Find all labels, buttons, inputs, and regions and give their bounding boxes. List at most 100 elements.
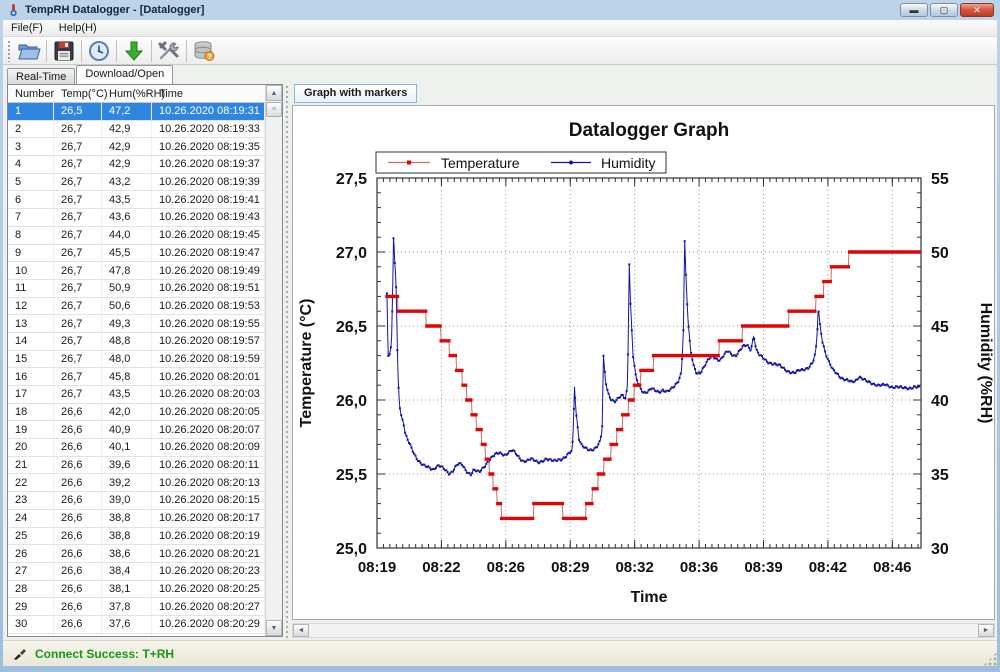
table-row[interactable]: 1526,748,010.26.2020 08:19:59 xyxy=(8,351,265,369)
svg-text:35: 35 xyxy=(931,467,949,484)
col-temp[interactable]: Temp(°C) xyxy=(54,88,102,100)
status-message: Connect Success: T+RH xyxy=(35,647,174,661)
table-row[interactable]: 2026,640,110.26.2020 08:20:09 xyxy=(8,439,265,457)
open-file-button[interactable] xyxy=(14,38,44,64)
table-row[interactable]: 126,547,210.26.2020 08:19:31 xyxy=(8,103,265,121)
table-row[interactable]: 1826,642,010.26.2020 08:20:05 xyxy=(8,404,265,422)
title-bar[interactable]: TempRH Datalogger - [Datalogger] ▬ ▢ ✕ xyxy=(0,0,1000,20)
resize-grip[interactable] xyxy=(983,652,997,666)
svg-text:55: 55 xyxy=(931,171,949,188)
window-title: TempRH Datalogger - [Datalogger] xyxy=(25,4,204,16)
scroll-down-arrow-icon[interactable]: ▼ xyxy=(266,620,282,636)
status-bar: Connect Success: T+RH xyxy=(3,640,997,666)
scroll-up-arrow-icon[interactable]: ▲ xyxy=(266,85,282,101)
data-table-panel: Number Temp(°C) Hum(%RH) Time 126,547,21… xyxy=(7,84,283,637)
svg-text:25,5: 25,5 xyxy=(336,467,367,484)
table-row[interactable]: 1926,640,910.26.2020 08:20:07 xyxy=(8,421,265,439)
svg-text:40: 40 xyxy=(931,393,949,410)
svg-text:45: 45 xyxy=(931,319,949,336)
toolbar-grip[interactable] xyxy=(7,40,12,62)
table-row[interactable]: 2826,638,110.26.2020 08:20:25 xyxy=(8,581,265,599)
close-button[interactable]: ✕ xyxy=(960,3,994,17)
table-row[interactable]: 3126,637,510.26.2020 08:20:31 xyxy=(8,634,265,636)
table-row[interactable]: 3026,637,610.26.2020 08:20:29 xyxy=(8,616,265,634)
content-area: Number Temp(°C) Hum(%RH) Time 126,547,21… xyxy=(3,84,997,638)
table-body: 126,547,210.26.2020 08:19:31226,742,910.… xyxy=(8,103,265,636)
tab-real-time[interactable]: Real-Time xyxy=(7,68,75,84)
save-floppy-icon xyxy=(53,40,75,62)
table-row[interactable]: 2126,639,610.26.2020 08:20:11 xyxy=(8,457,265,475)
table-vertical-scrollbar[interactable]: ▲ ≡ ▼ xyxy=(265,85,282,636)
menu-bar: File(F) Help(H) xyxy=(3,20,997,37)
svg-text:08:46: 08:46 xyxy=(873,559,911,576)
toolbar-separator xyxy=(186,40,187,62)
connection-status-icon xyxy=(13,648,27,660)
svg-text:27,0: 27,0 xyxy=(336,245,367,262)
minimize-button[interactable]: ▬ xyxy=(900,3,928,17)
clock-sync-button[interactable] xyxy=(84,38,114,64)
toolbar-separator xyxy=(81,40,82,62)
table-row[interactable]: 1726,743,510.26.2020 08:20:03 xyxy=(8,386,265,404)
table-row[interactable]: 626,743,510.26.2020 08:19:41 xyxy=(8,191,265,209)
database-query-button[interactable]: ? xyxy=(189,38,219,64)
maximize-button[interactable]: ▢ xyxy=(930,3,958,17)
table-header: Number Temp(°C) Hum(%RH) Time xyxy=(8,85,265,103)
table-row[interactable]: 1126,750,910.26.2020 08:19:51 xyxy=(8,280,265,298)
col-time[interactable]: Time xyxy=(152,88,265,100)
table-row[interactable]: 726,743,610.26.2020 08:19:43 xyxy=(8,209,265,227)
col-hum[interactable]: Hum(%RH) xyxy=(102,88,152,100)
graph-panel: Graph with markers 08:1908:2208:2608:290… xyxy=(292,84,997,638)
svg-text:Time: Time xyxy=(630,589,667,606)
table-row[interactable]: 2926,637,810.26.2020 08:20:27 xyxy=(8,598,265,616)
table-row[interactable]: 1326,749,310.26.2020 08:19:55 xyxy=(8,315,265,333)
table-row[interactable]: 2326,639,010.26.2020 08:20:15 xyxy=(8,492,265,510)
app-client-area: File(F) Help(H) xyxy=(3,20,997,666)
svg-text:Temperature: Temperature xyxy=(441,155,520,171)
tools-icon xyxy=(157,40,181,62)
menu-help[interactable]: Help(H) xyxy=(51,21,105,35)
graph-with-markers-tab[interactable]: Graph with markers xyxy=(294,84,417,103)
table-row[interactable]: 1626,745,810.26.2020 08:20:01 xyxy=(8,368,265,386)
svg-text:25,0: 25,0 xyxy=(336,541,367,558)
table-row[interactable]: 2626,638,610.26.2020 08:20:21 xyxy=(8,545,265,563)
table-row[interactable]: 2226,639,210.26.2020 08:20:13 xyxy=(8,474,265,492)
panel-splitter[interactable] xyxy=(284,84,291,638)
database-icon: ? xyxy=(192,40,216,62)
svg-text:08:39: 08:39 xyxy=(744,559,782,576)
clock-icon xyxy=(88,40,110,62)
svg-text:08:36: 08:36 xyxy=(680,559,718,576)
menu-file[interactable]: File(F) xyxy=(3,21,51,35)
scroll-right-arrow-icon[interactable]: ► xyxy=(978,624,994,637)
table-row[interactable]: 2526,638,810.26.2020 08:20:19 xyxy=(8,528,265,546)
table-row[interactable]: 1426,748,810.26.2020 08:19:57 xyxy=(8,333,265,351)
table-row[interactable]: 526,743,210.26.2020 08:19:39 xyxy=(8,174,265,192)
table-row[interactable]: 2726,638,410.26.2020 08:20:23 xyxy=(8,563,265,581)
table-row[interactable]: 826,744,010.26.2020 08:19:45 xyxy=(8,227,265,245)
settings-tools-button[interactable] xyxy=(154,38,184,64)
table-row[interactable]: 1226,750,610.26.2020 08:19:53 xyxy=(8,298,265,316)
download-arrow-icon xyxy=(123,40,145,62)
folder-open-icon xyxy=(17,40,41,62)
tab-download-open[interactable]: Download/Open xyxy=(76,65,173,84)
svg-text:50: 50 xyxy=(931,245,949,262)
graph-horizontal-scrollbar[interactable]: ◄ ► xyxy=(292,623,995,638)
app-icon xyxy=(6,3,20,17)
scroll-left-arrow-icon[interactable]: ◄ xyxy=(293,624,309,637)
table-row[interactable]: 426,742,910.26.2020 08:19:37 xyxy=(8,156,265,174)
tab-strip: Real-Time Download/Open xyxy=(3,65,997,84)
table-row[interactable]: 226,742,910.26.2020 08:19:33 xyxy=(8,121,265,139)
col-number[interactable]: Number xyxy=(8,88,54,100)
table-row[interactable]: 326,742,910.26.2020 08:19:35 xyxy=(8,138,265,156)
toolbar-separator xyxy=(46,40,47,62)
save-file-button[interactable] xyxy=(49,38,79,64)
svg-text:?: ? xyxy=(207,54,211,61)
scroll-thumb[interactable]: ≡ xyxy=(266,102,282,117)
datalogger-chart: 08:1908:2208:2608:2908:3208:3608:3908:42… xyxy=(292,105,995,620)
table-row[interactable]: 926,745,510.26.2020 08:19:47 xyxy=(8,245,265,263)
toolbar-separator xyxy=(116,40,117,62)
download-data-button[interactable] xyxy=(119,38,149,64)
toolbar-separator xyxy=(151,40,152,62)
svg-text:Humidity: Humidity xyxy=(601,155,655,171)
table-row[interactable]: 1026,747,810.26.2020 08:19:49 xyxy=(8,262,265,280)
table-row[interactable]: 2426,638,810.26.2020 08:20:17 xyxy=(8,510,265,528)
